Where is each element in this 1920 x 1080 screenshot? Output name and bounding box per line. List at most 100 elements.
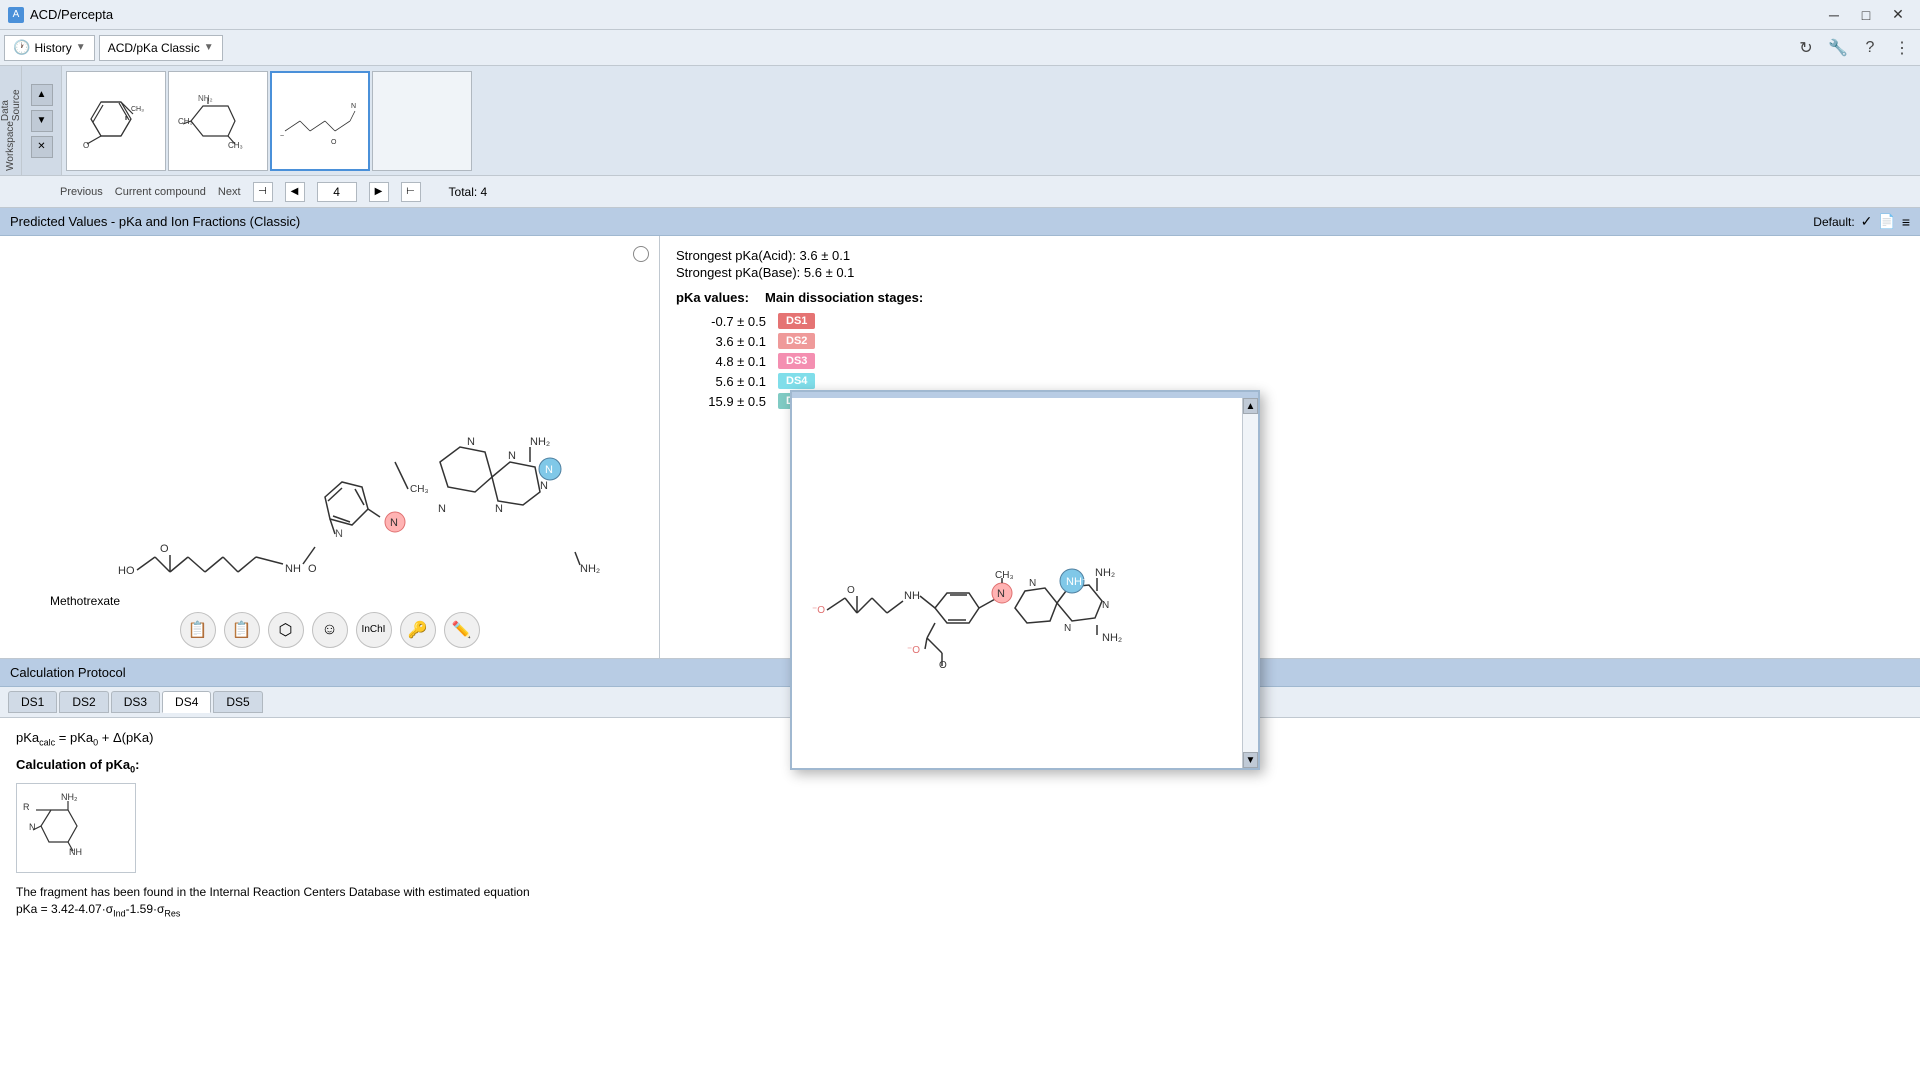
nav-bar: Previous Current compound Next ⊣ ◀ ▶ ⊢ T… bbox=[0, 176, 1920, 208]
pka-value-3: 4.8 ± 0.1 bbox=[676, 354, 766, 369]
checkmark-icon[interactable]: ✓ bbox=[1861, 213, 1873, 230]
ds4-tab[interactable]: DS4 bbox=[162, 691, 211, 713]
smiles-button[interactable]: 🔑 bbox=[400, 612, 436, 648]
molecule-toolbar: 📋 📋 ⬡ ☺ InChI 🔑 ✏️ bbox=[0, 612, 659, 648]
compounds-sidebar: ▲ ▼ ✕ bbox=[22, 66, 62, 175]
svg-text:N: N bbox=[997, 588, 1005, 600]
svg-text:NH: NH bbox=[904, 590, 920, 602]
minimize-button[interactable]: ─ bbox=[1820, 5, 1848, 25]
edit-button[interactable]: ✏️ bbox=[444, 612, 480, 648]
svg-text:N: N bbox=[467, 436, 475, 448]
current-compound-input[interactable] bbox=[317, 182, 357, 202]
pka-row-4: 5.6 ± 0.1 DS4 bbox=[676, 373, 1904, 389]
pka-col2: Main dissociation stages: bbox=[765, 290, 923, 305]
ds4-badge[interactable]: DS4 bbox=[778, 373, 815, 389]
svg-text:N: N bbox=[540, 480, 548, 492]
svg-text:N: N bbox=[495, 503, 503, 515]
compounds-up-button[interactable]: ▲ bbox=[31, 84, 53, 106]
settings-button[interactable]: 🔧 bbox=[1824, 34, 1852, 62]
compounds-down-button[interactable]: ▼ bbox=[31, 110, 53, 132]
predicted-values-header: Predicted Values - pKa and Ion Fractions… bbox=[0, 208, 1920, 236]
svg-text:NH₂: NH₂ bbox=[1102, 632, 1122, 644]
current-compound-label: Current compound bbox=[115, 186, 206, 198]
next-label: Next bbox=[218, 186, 241, 198]
compound-thumb-3[interactable]: ~ N O bbox=[270, 71, 370, 171]
toolbar-icons: ↻ 🔧 ? ⋮ bbox=[1792, 34, 1916, 62]
popup-overlay: ⁻O O NH bbox=[790, 390, 1260, 770]
pka-value-4: 5.6 ± 0.1 bbox=[676, 374, 766, 389]
calc-text: The fragment has been found in the Inter… bbox=[16, 883, 1904, 902]
svg-text:N: N bbox=[1064, 623, 1071, 634]
vertical-labels: Data Source Workspace bbox=[0, 66, 22, 175]
copy-img-button[interactable]: 📋 bbox=[224, 612, 260, 648]
svg-text:NH₂: NH₂ bbox=[198, 94, 213, 103]
popup-scroll-down[interactable]: ▼ bbox=[1243, 752, 1258, 768]
pka-value-2: 3.6 ± 0.1 bbox=[676, 334, 766, 349]
data-source-label[interactable]: Data Source bbox=[0, 70, 22, 121]
chevron-down-icon-2: ▼ bbox=[204, 42, 214, 53]
compound-structure-2: NH₂ CH₃ CH₃ bbox=[173, 76, 263, 166]
svg-text:NH₂: NH₂ bbox=[580, 563, 600, 575]
svg-text:N: N bbox=[1029, 578, 1036, 589]
previous-group: Previous bbox=[60, 186, 103, 198]
pka-value-1: -0.7 ± 0.5 bbox=[676, 314, 766, 329]
method-label: ACD/pKa Classic bbox=[108, 41, 200, 55]
ds1-tab[interactable]: DS1 bbox=[8, 691, 57, 713]
ds2-badge[interactable]: DS2 bbox=[778, 333, 815, 349]
compound-structure-3: ~ N O bbox=[275, 76, 365, 166]
radio-button[interactable] bbox=[633, 246, 649, 262]
method-dropdown[interactable]: ACD/pKa Classic ▼ bbox=[99, 35, 223, 61]
title-bar-left: A ACD/Percepta bbox=[8, 7, 113, 23]
compound-thumb-4[interactable] bbox=[372, 71, 472, 171]
nav-next-button[interactable]: ▶ bbox=[369, 182, 389, 202]
clock-icon: 🕐 bbox=[13, 39, 30, 56]
menu-icon[interactable]: ≡ bbox=[1902, 214, 1910, 230]
window-controls: ─ □ ✕ bbox=[1820, 5, 1912, 25]
close-button[interactable]: ✕ bbox=[1884, 5, 1912, 25]
section-actions: Default: ✓ 📄 ≡ bbox=[1813, 213, 1910, 230]
copy-mol-button[interactable]: 📋 bbox=[180, 612, 216, 648]
nav-prev-button[interactable]: ◀ bbox=[285, 182, 305, 202]
fragment-structure: NH₂ N NH R bbox=[21, 788, 131, 868]
ds5-tab[interactable]: DS5 bbox=[213, 691, 262, 713]
ds3-tab[interactable]: DS3 bbox=[111, 691, 160, 713]
workspace-label[interactable]: Workspace bbox=[5, 121, 16, 171]
pka-row-3: 4.8 ± 0.1 DS3 bbox=[676, 353, 1904, 369]
3d-button[interactable]: ⬡ bbox=[268, 612, 304, 648]
refresh-button[interactable]: ↻ bbox=[1792, 34, 1820, 62]
history-label: History bbox=[34, 41, 71, 55]
ds1-badge[interactable]: DS1 bbox=[778, 313, 815, 329]
default-label: Default: bbox=[1813, 215, 1854, 229]
help-button[interactable]: ? bbox=[1856, 34, 1884, 62]
popup-scroll-up[interactable]: ▲ bbox=[1243, 398, 1258, 414]
compound-thumb-2[interactable]: NH₂ CH₃ CH₃ bbox=[168, 71, 268, 171]
molecule-name: Methotrexate bbox=[50, 594, 120, 608]
svg-text:⁻O: ⁻O bbox=[812, 605, 825, 616]
more-button[interactable]: ⋮ bbox=[1888, 34, 1916, 62]
ion-frac-button[interactable]: ☺ bbox=[312, 612, 348, 648]
svg-text:~: ~ bbox=[280, 133, 284, 140]
ds3-badge[interactable]: DS3 bbox=[778, 353, 815, 369]
svg-text:O: O bbox=[160, 543, 169, 555]
methotrexate-structure: HO O NH O bbox=[40, 277, 620, 617]
maximize-button[interactable]: □ bbox=[1852, 5, 1880, 25]
history-dropdown[interactable]: 🕐 History ▼ bbox=[4, 35, 95, 61]
inchi-button[interactable]: InChI bbox=[356, 612, 392, 648]
compounds-bar: Data Source Workspace ▲ ▼ ✕ O CH₃ bbox=[0, 66, 1920, 176]
svg-text:N: N bbox=[1102, 600, 1109, 611]
pka-value-5: 15.9 ± 0.5 bbox=[676, 394, 766, 409]
chevron-down-icon: ▼ bbox=[76, 42, 86, 53]
nav-first-button[interactable]: ⊣ bbox=[253, 182, 273, 202]
ds2-tab[interactable]: DS2 bbox=[59, 691, 108, 713]
svg-text:N: N bbox=[390, 517, 398, 529]
popup-structure: ⁻O O NH bbox=[807, 413, 1227, 753]
previous-label: Previous bbox=[60, 186, 103, 198]
compound-thumb-1[interactable]: O CH₃ bbox=[66, 71, 166, 171]
compounds-close-button[interactable]: ✕ bbox=[31, 136, 53, 158]
total-count: Total: 4 bbox=[449, 185, 488, 199]
nav-last-button[interactable]: ⊢ bbox=[401, 182, 421, 202]
pka-strongest: Strongest pKa(Acid): 3.6 ± 0.1 Strongest… bbox=[676, 248, 1904, 280]
svg-text:CH₃: CH₃ bbox=[995, 570, 1014, 581]
pdf-icon[interactable]: 📄 bbox=[1878, 213, 1895, 230]
compound-structure-1: O CH₃ bbox=[71, 76, 161, 166]
